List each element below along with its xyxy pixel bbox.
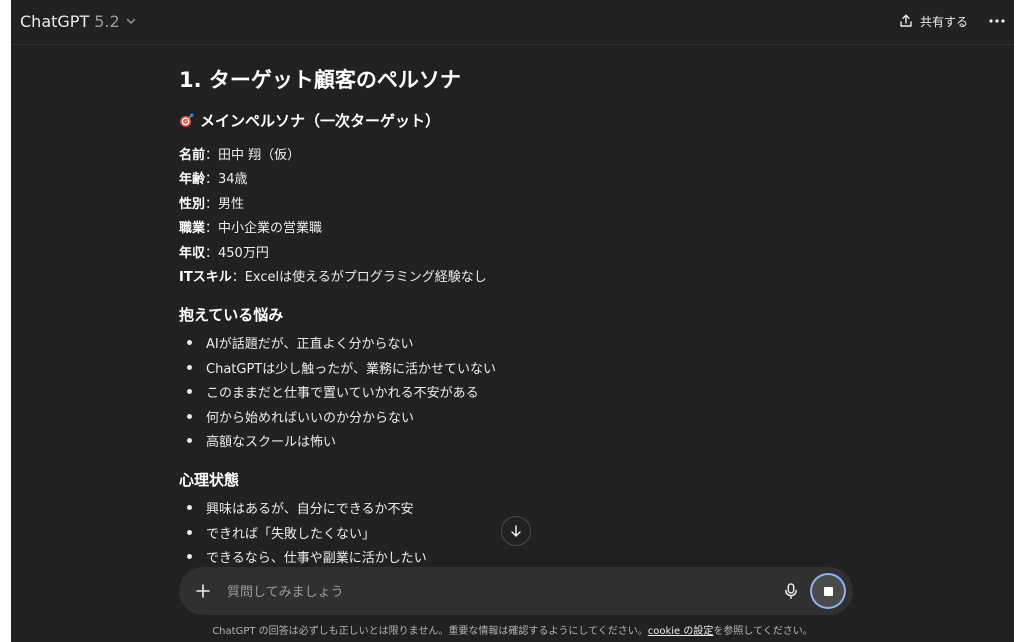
profile-income: 年収：450万円 — [179, 242, 269, 261]
list-item: ChatGPTは少し触ったが、業務に活かせていない — [187, 358, 496, 377]
chat-window: ChatGPT 5.2 共有する 1. ターゲット顧客のペルソナ メインペルソナ… — [11, 0, 1014, 642]
share-icon — [900, 14, 912, 27]
list-item: できるなら、仕事や副業に活かしたい — [187, 547, 427, 566]
model-version: 5.2 — [94, 11, 120, 31]
top-bar: ChatGPT 5.2 共有する — [11, 0, 1014, 45]
more-options-button[interactable] — [986, 10, 1008, 32]
profile-key: ITスキル — [179, 270, 232, 285]
profile-key: 名前 — [179, 148, 206, 163]
profile-name: 名前：田中 翔（仮） — [179, 144, 300, 163]
model-selector-button[interactable]: ChatGPT 5.2 — [20, 9, 137, 33]
list-item-text: ChatGPTは少し触ったが、業務に活かせていない — [206, 362, 496, 377]
worries-heading: 抱えている悩み — [179, 306, 284, 324]
profile-value: ：田中 翔（仮） — [205, 148, 301, 163]
stop-generating-button[interactable] — [812, 575, 844, 607]
more-horizontal-icon — [989, 19, 1005, 23]
list-item: AIが話題だが、正直よく分からない — [187, 333, 413, 352]
arrow-down-icon — [511, 525, 521, 537]
list-item: 何から始めればいいのか分からない — [187, 407, 414, 426]
disclaimer-text-end: を参照してください。 — [713, 626, 813, 637]
list-item: 興味はあるが、自分にできるか不安 — [187, 498, 413, 517]
list-item: このままだと仕事で置いていかれる不安がある — [187, 382, 479, 401]
profile-key: 職業 — [179, 221, 206, 236]
prompt-input[interactable] — [225, 579, 769, 605]
profile-value: ：中小企業の営業職 — [205, 221, 323, 236]
share-button[interactable]: 共有する — [898, 10, 968, 32]
list-item: 高額なスクールは怖い — [187, 431, 336, 450]
cookie-settings-link[interactable]: cookie の設定 — [648, 626, 714, 637]
disclaimer: ChatGPT の回答は必ずしも正しいとは限りません。重要な情報は確認するように… — [11, 622, 1014, 637]
microphone-icon[interactable] — [781, 581, 801, 601]
share-label: 共有する — [920, 14, 969, 29]
target-dart-icon — [179, 113, 194, 128]
disclaimer-text: ChatGPT の回答は必ずしも正しいとは限りません。重要な情報は確認するように… — [212, 626, 648, 637]
profile-key: 年齢 — [179, 172, 206, 187]
profile-occupation: 職業：中小企業の営業職 — [179, 217, 322, 236]
profile-key: 年収 — [179, 246, 206, 261]
profile-it-skill: ITスキル：Excelは使えるがプログラミング経験なし — [179, 266, 487, 285]
list-item-text: AIが話題だが、正直よく分からない — [206, 337, 414, 352]
model-name: ChatGPT — [20, 11, 90, 31]
list-item-text: できるなら、仕事や副業に活かしたい — [206, 551, 427, 566]
chevron-down-icon — [126, 18, 135, 24]
list-item-text: 高額なスクールは怖い — [206, 435, 337, 450]
profile-value: ：Excelは使えるがプログラミング経験なし — [231, 270, 487, 285]
composer — [179, 567, 853, 615]
scroll-to-bottom-button[interactable] — [501, 516, 531, 546]
profile-key: 性別 — [179, 197, 206, 212]
plus-icon[interactable] — [193, 581, 213, 601]
profile-value: ：450万円 — [205, 246, 269, 261]
list-item: できれば「失敗したくない」 — [187, 523, 375, 542]
mind-heading: 心理状態 — [179, 471, 240, 489]
profile-value: ：男性 — [205, 197, 245, 212]
section-heading: 1. ターゲット顧客のペルソナ — [179, 68, 461, 92]
list-item-text: このままだと仕事で置いていかれる不安がある — [206, 386, 479, 401]
list-item-text: できれば「失敗したくない」 — [206, 527, 376, 542]
stop-icon — [823, 586, 833, 596]
profile-gender: 性別：男性 — [179, 193, 244, 212]
persona-heading-text: メインペルソナ（一次ターゲット） — [200, 112, 441, 130]
list-item-text: 何から始めればいいのか分からない — [206, 411, 415, 426]
persona-heading: メインペルソナ（一次ターゲット） — [179, 110, 440, 131]
profile-age: 年齢：34歳 — [179, 168, 248, 187]
list-item-text: 興味はあるが、自分にできるか不安 — [206, 502, 414, 517]
profile-value: ：34歳 — [205, 172, 248, 187]
